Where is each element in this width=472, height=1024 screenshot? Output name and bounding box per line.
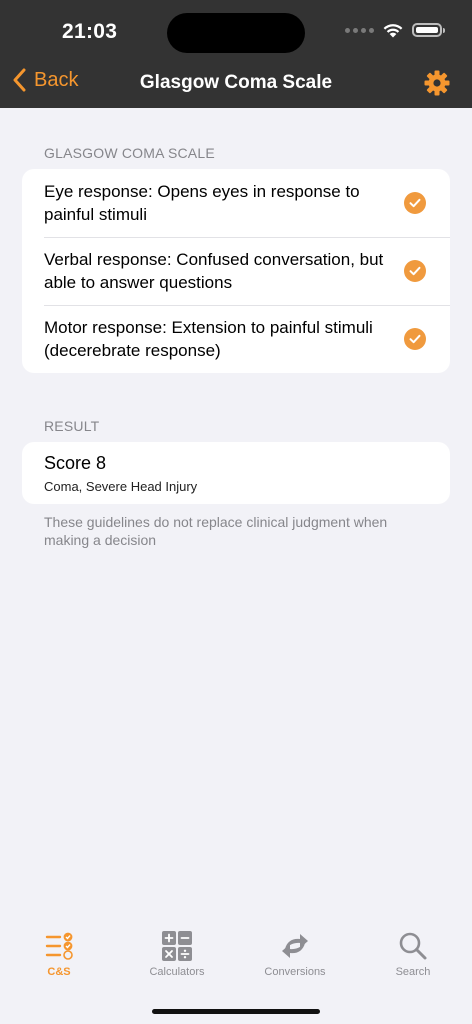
battery-icon [412,23,445,37]
status-time: 21:03 [62,20,118,43]
settings-button[interactable] [424,70,450,101]
tab-conversions-label: Conversions [264,966,326,978]
score-interpretation: Coma, Severe Head Injury [44,479,198,494]
tab-search-label: Search [395,966,431,978]
navigation-header: 21:03 Back Glasgow Coma Scale [0,0,472,108]
checkmark-icon [404,260,426,282]
checklist-icon [45,932,73,960]
scale-section-header: GLASGOW COMA SCALE [44,145,215,161]
tab-cs[interactable]: C&S [0,930,118,1000]
cellular-signal-icon [345,27,374,33]
verbal-response-label: Verbal response: Confused conversation, … [44,250,384,292]
verbal-response-row[interactable]: Verbal response: Confused conversation, … [22,237,450,305]
motor-response-row[interactable]: Motor response: Extension to painful sti… [22,305,450,373]
calculator-icon [162,931,192,961]
motor-response-label: Motor response: Extension to painful sti… [44,318,373,360]
tab-calculators-label: Calculators [149,966,205,978]
page-title: Glasgow Coma Scale [139,72,333,93]
dynamic-island [167,13,305,53]
tab-bar: C&S Calculators Conversions Search [0,930,472,1000]
tab-calculators[interactable]: Calculators [118,930,236,1000]
scale-card: Eye response: Opens eyes in response to … [22,169,450,373]
tab-conversions[interactable]: Conversions [236,930,354,1000]
checkmark-icon [404,192,426,214]
gear-icon [424,70,450,96]
tab-search[interactable]: Search [354,930,472,1000]
eye-response-row[interactable]: Eye response: Opens eyes in response to … [22,169,450,237]
result-section-header: RESULT [44,418,100,434]
screen: 21:03 Back Glasgow Coma Scale GLASGOW CO… [0,0,472,1024]
result-card: Score 8 Coma, Severe Head Injury [22,442,450,504]
tab-cs-label: C&S [47,966,71,978]
arrows-exchange-icon [282,934,308,958]
score-value: Score 8 [44,453,107,473]
search-icon [399,932,427,960]
wifi-icon [383,24,403,38]
status-icons [345,22,445,38]
checkmark-icon [404,328,426,350]
disclaimer-footnote: These guidelines do not replace clinical… [44,514,388,548]
home-indicator[interactable] [152,1009,320,1014]
eye-response-label: Eye response: Opens eyes in response to … [44,182,360,224]
